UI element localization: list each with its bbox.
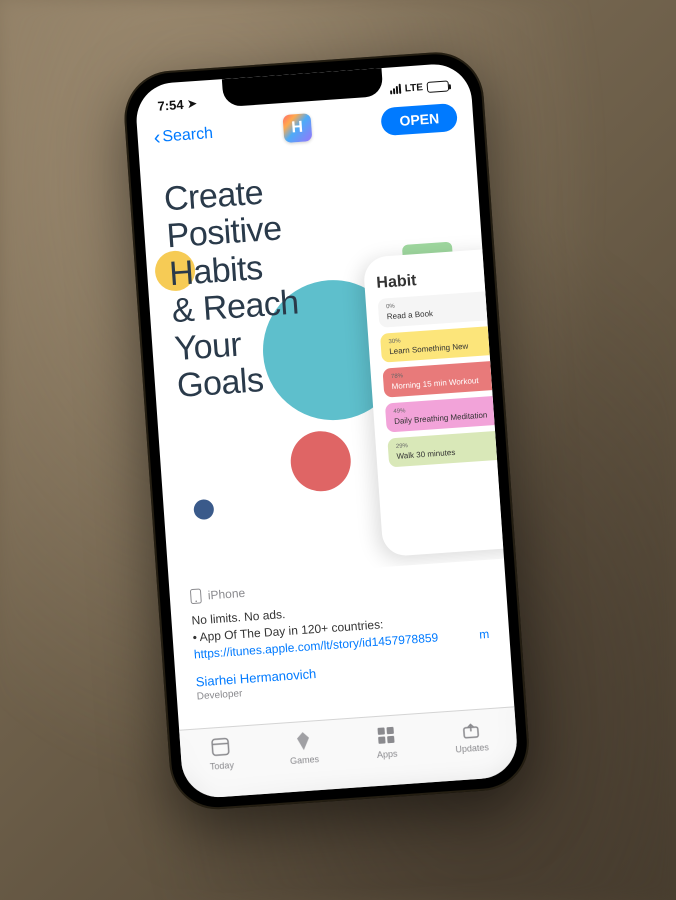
app-icon-letter: H	[291, 119, 304, 138]
updates-icon	[458, 718, 483, 742]
screen: 7:54 ➤ LTE ‹ Search H OPEN	[134, 62, 519, 800]
chevron-left-icon: ‹	[153, 128, 161, 148]
phone-frame: 7:54 ➤ LTE ‹ Search H OPEN	[121, 49, 532, 812]
today-icon	[208, 735, 233, 759]
tab-label: Games	[290, 754, 320, 766]
more-link[interactable]: m	[479, 626, 490, 643]
battery-icon	[427, 80, 450, 93]
tab-games[interactable]: Games	[288, 729, 319, 766]
tab-today[interactable]: Today	[208, 735, 234, 772]
promo-card[interactable]: Create Positive Habits & Reach Your Goal…	[140, 140, 504, 582]
decor-circle	[193, 499, 214, 520]
signal-icon	[389, 84, 401, 95]
promo-headline: Create Positive Habits & Reach Your Goal…	[163, 161, 472, 405]
apps-icon	[373, 724, 398, 748]
decor-circle	[289, 429, 353, 493]
location-icon: ➤	[187, 97, 197, 111]
tab-label: Today	[210, 760, 235, 772]
back-button[interactable]: ‹ Search	[153, 124, 214, 148]
tab-apps[interactable]: Apps	[373, 724, 399, 761]
tab-bar: Today Games Apps Updates	[179, 706, 519, 799]
open-button[interactable]: OPEN	[381, 103, 458, 136]
mock-habit-item: 49% Daily Breathing Meditation	[385, 395, 504, 433]
games-icon	[291, 729, 316, 753]
tab-label: Updates	[455, 742, 489, 754]
app-icon[interactable]: H	[282, 113, 312, 143]
tab-updates[interactable]: Updates	[453, 717, 489, 754]
back-label: Search	[162, 125, 214, 146]
network-label: LTE	[404, 82, 423, 94]
iphone-icon	[189, 588, 202, 605]
status-time: 7:54	[157, 96, 184, 113]
platform-label: iPhone	[207, 586, 245, 603]
check-icon: ✓	[494, 369, 503, 381]
tab-label: Apps	[377, 749, 398, 760]
mock-habit-item: 29% Walk 30 minutes	[387, 430, 504, 468]
